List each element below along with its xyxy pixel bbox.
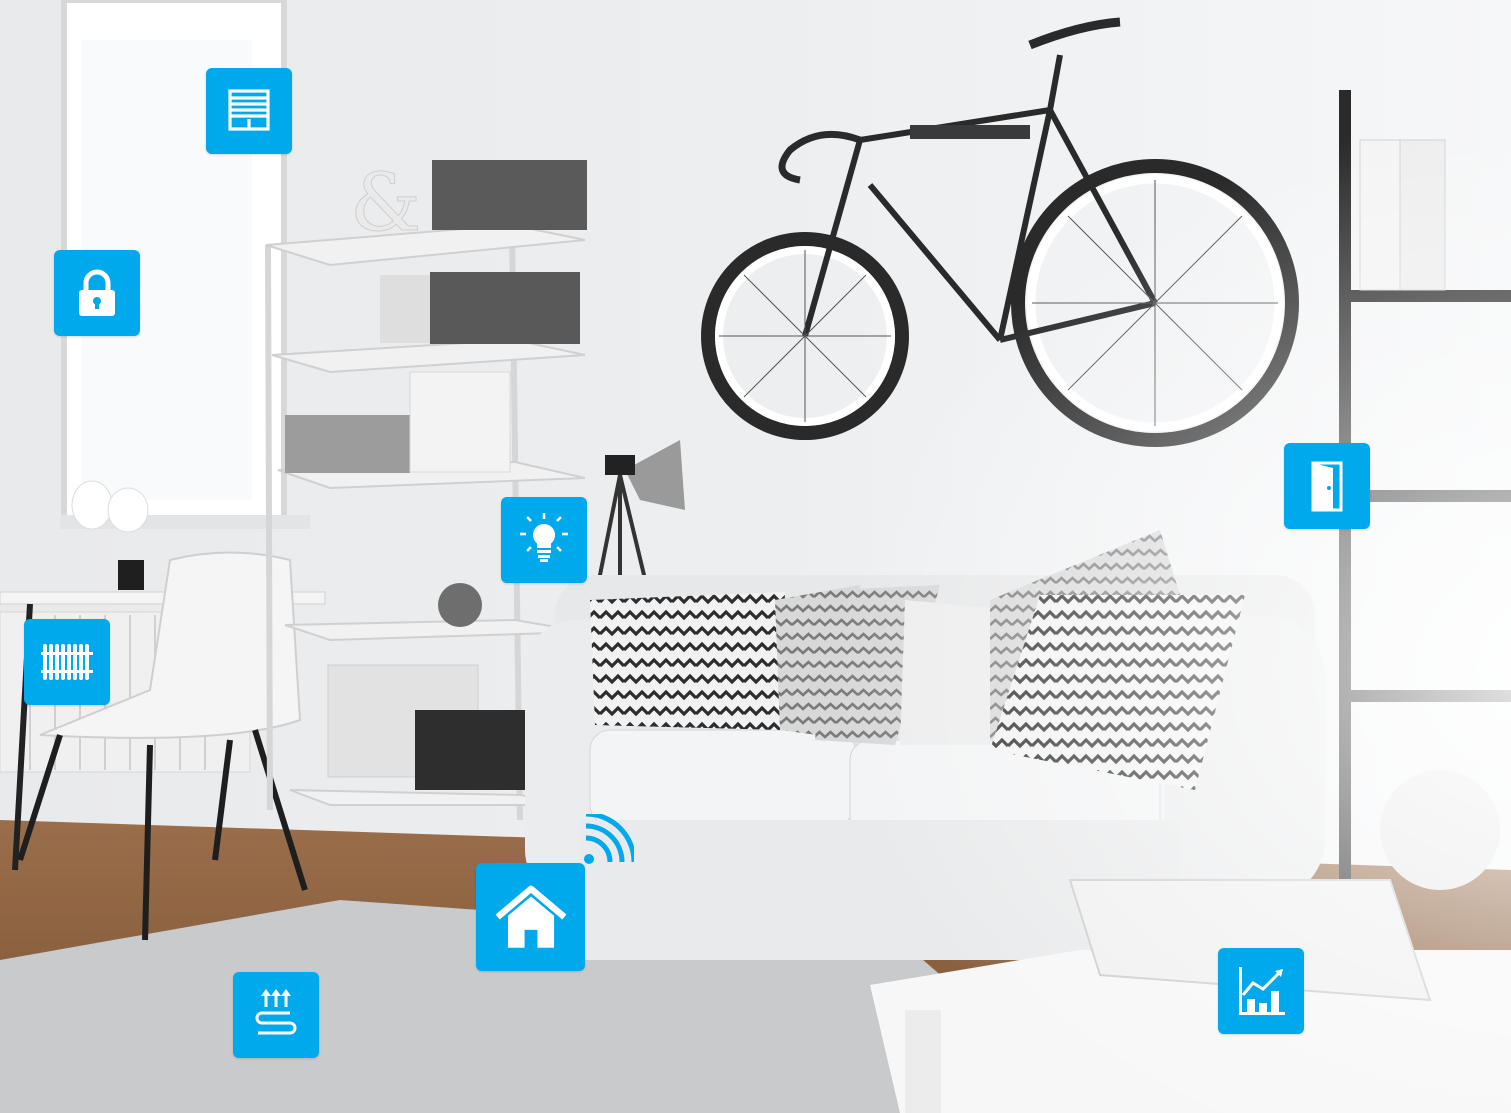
smart-home-icon [476,863,585,971]
blinds-icon [206,68,292,154]
lock-icon [54,250,140,336]
living-room-photo: & [0,0,1511,1113]
right-fade [0,0,1511,1113]
statistics-icon [1218,948,1304,1034]
floor-heating-icon [233,972,319,1058]
lightbulb-icon [501,497,587,583]
wifi-icon [584,814,634,864]
radiator-icon [24,619,110,705]
door-icon [1284,443,1370,529]
